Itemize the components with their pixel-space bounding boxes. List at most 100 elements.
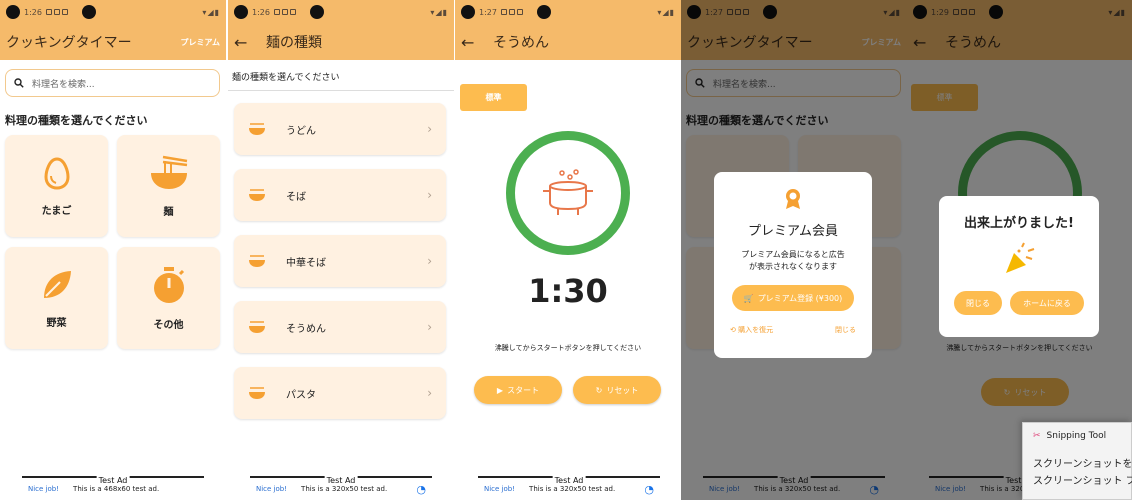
back-arrow-icon[interactable]: ← (461, 33, 485, 52)
timer-hint: 沸騰してからスタートボタンを押してください (494, 344, 642, 352)
noodle-bowl-icon (249, 321, 265, 333)
category-label: たまご (41, 205, 72, 217)
app-bar: ← 麺の種類 (228, 24, 454, 60)
restore-label: 購入を復元 (738, 326, 774, 334)
stopwatch-icon (153, 266, 184, 303)
body-line-1: プレミアム会員になると広告 (741, 250, 845, 259)
category-label: 野菜 (46, 317, 67, 329)
snipping-app-name: Snipping Tool (1046, 431, 1107, 441)
ad-nice: Nice job! (484, 485, 516, 493)
chevron-right-icon: › (427, 188, 432, 202)
premium-dialog-body: プレミアム会員になると広告 が表示されなくなります (714, 249, 872, 273)
premium-dialog-title: プレミアム会員 (747, 224, 839, 239)
category-card-egg[interactable]: たまご (5, 135, 108, 237)
divider (228, 90, 454, 91)
notification-icons (273, 9, 296, 15)
timer-ring (506, 131, 630, 255)
notification-icons (500, 9, 523, 15)
done-close-button[interactable]: 閉じる (954, 291, 1002, 315)
snipping-tool-toast[interactable]: ✂ Snipping Tool スクリーンショットをクリッ スクリーンショット … (1022, 422, 1132, 500)
restore-purchase-button[interactable]: ⟲ 購入を復元 (730, 325, 773, 335)
signal-battery-icon: ▾◢▮ (657, 7, 675, 17)
noodle-label: 中華そば (286, 257, 326, 269)
chevron-right-icon: › (427, 122, 432, 136)
status-time: 1:26 (24, 7, 42, 17)
premium-dialog: プレミアム会員 プレミアム会員になると広告 が表示されなくなります 🛒 プレミアム… (714, 172, 872, 358)
done-dialog-title: 出来上がりました! (964, 216, 1074, 231)
home-return-button[interactable]: ホームに戻る (1010, 291, 1084, 315)
ad-tag: Test Ad (324, 476, 358, 485)
start-label: スタート (507, 385, 540, 395)
egg-icon (43, 156, 70, 190)
snipping-line-1: スクリーンショットをクリッ (1033, 459, 1132, 470)
party-popper-icon (939, 241, 1099, 279)
notification-dot (81, 5, 96, 19)
ad-text: This is a 320x50 test ad. (301, 485, 388, 493)
premium-badge-icon (714, 188, 872, 214)
play-icon: ▶ (496, 385, 504, 395)
camera-cutout (234, 5, 248, 19)
noodle-item-chuka-soba[interactable]: 中華そば › (234, 235, 446, 287)
leaf-icon (43, 270, 71, 298)
premium-link[interactable]: プレミアム (181, 37, 220, 48)
body-line-2: が表示されなくなります (749, 262, 837, 271)
camera-cutout (6, 5, 20, 19)
notification-dot (309, 5, 324, 19)
chevron-right-icon: › (427, 254, 432, 268)
ad-nice: Nice job! (256, 485, 288, 493)
noodle-item-pasta[interactable]: パスタ › (234, 367, 446, 419)
app-bar: ← そうめん (455, 24, 681, 60)
category-card-noodle[interactable]: 麺 (117, 135, 220, 237)
noodle-item-soba[interactable]: そば › (234, 169, 446, 221)
back-arrow-icon[interactable]: ← (234, 33, 258, 52)
ad-logo-icon: ◔ (644, 482, 654, 496)
start-button[interactable]: ▶ スタート (474, 376, 562, 404)
noodle-label: パスタ (286, 389, 316, 401)
premium-close-button[interactable]: 閉じる (835, 325, 856, 335)
ad-tag: Test Ad (96, 476, 130, 485)
ad-banner[interactable]: Test Ad Nice job! This is a 320x50 test … (250, 476, 432, 500)
noodle-bowl-icon (249, 189, 265, 201)
reset-button[interactable]: ↻リセット (573, 376, 661, 404)
search-input[interactable]: 料理名を検索... (5, 69, 220, 97)
category-card-vegetable[interactable]: 野菜 (5, 247, 108, 349)
status-bar: 1:26 ▾◢▮ (228, 0, 454, 24)
premium-register-button[interactable]: 🛒 プレミアム登録 (¥300) (732, 285, 854, 311)
app-title: クッキングタイマー (6, 35, 132, 51)
cooking-pot-icon (543, 169, 593, 215)
section-label: 料理の種類を選んでください (5, 114, 148, 127)
ad-banner[interactable]: Test Ad Nice job! This is a 468x60 test … (22, 476, 204, 500)
noodle-label: うどん (286, 125, 316, 137)
signal-battery-icon: ▾◢▮ (202, 7, 220, 17)
ad-nice: Nice job! (28, 485, 60, 493)
status-time: 1:26 (252, 7, 270, 17)
chevron-right-icon: › (427, 320, 432, 334)
chevron-right-icon: › (427, 386, 432, 400)
category-card-other[interactable]: その他 (117, 247, 220, 349)
camera-cutout (461, 5, 475, 19)
ad-banner[interactable]: Test Ad Nice job! This is a 320x50 test … (478, 476, 660, 500)
ad-text: This is a 320x50 test ad. (529, 485, 616, 493)
home-screen: 1:26 ▾◢▮ クッキングタイマー プレミアム 料理名を検索... 料理の種類… (0, 0, 226, 500)
app-bar: クッキングタイマー プレミアム (0, 24, 226, 60)
page-title: そうめん (493, 35, 549, 51)
category-label: 麺 (163, 206, 174, 218)
mode-button[interactable]: 標準 (460, 84, 527, 111)
noodle-label: そうめん (286, 323, 326, 335)
screens-row: 1:26 ▾◢▮ クッキングタイマー プレミアム 料理名を検索... 料理の種類… (0, 0, 1132, 500)
timer-display: 1:30 (528, 272, 608, 310)
ad-logo-icon: ◔ (416, 482, 426, 496)
register-label: プレミアム登録 (¥300) (757, 293, 843, 303)
done-dialog: 出来上がりました! 閉じる ホームに戻る (939, 196, 1099, 337)
premium-screen: 1:27 ▾◢▮ クッキングタイマー プレミアム 料理名を検索... 料理の種類… (681, 0, 907, 500)
noodle-item-somen[interactable]: そうめん › (234, 301, 446, 353)
noodle-bowl-icon (150, 155, 187, 189)
noodle-bowl-icon (249, 123, 265, 135)
signal-battery-icon: ▾◢▮ (430, 7, 448, 17)
status-bar: 1:26 ▾◢▮ (0, 0, 226, 24)
noodle-bowl-icon (249, 255, 265, 267)
ad-text: This is a 468x60 test ad. (73, 485, 160, 493)
noodle-item-udon[interactable]: うどん › (234, 103, 446, 155)
search-icon (14, 78, 24, 88)
snipping-tool-icon: ✂ (1033, 431, 1041, 441)
